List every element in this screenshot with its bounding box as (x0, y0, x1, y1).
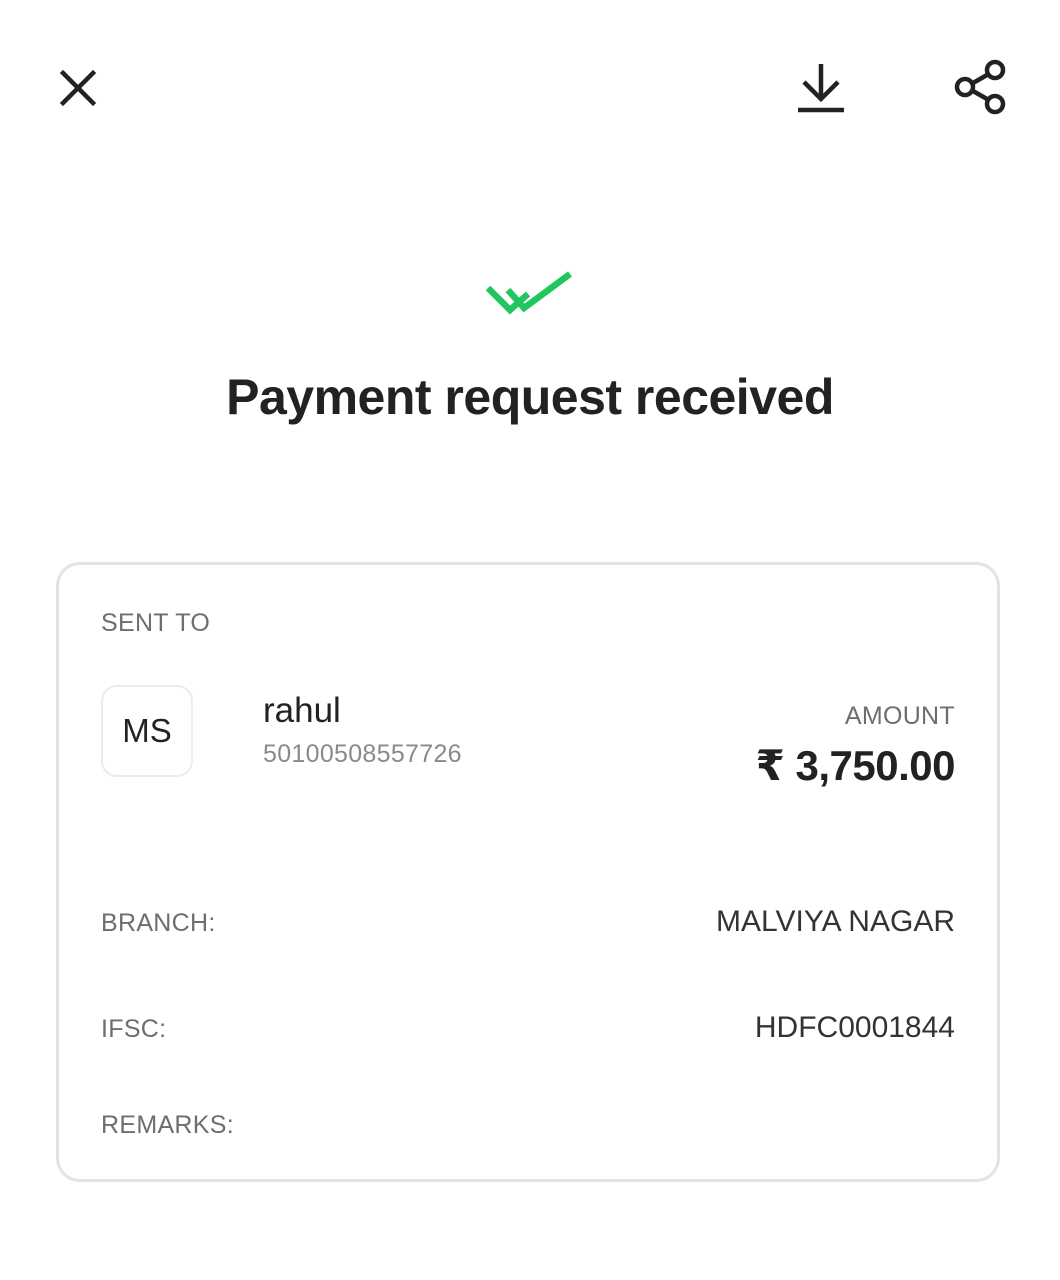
account-number: 50100508557726 (263, 740, 462, 768)
page-title: Payment request received (226, 369, 834, 425)
sent-to-label: SENT TO (101, 609, 211, 637)
close-button[interactable] (50, 60, 106, 116)
remarks-label: REMARKS: (101, 1111, 234, 1139)
download-icon (798, 64, 844, 113)
ifsc-label: IFSC: (101, 1015, 167, 1043)
amount-value: ₹ 3,750.00 (755, 742, 956, 789)
amount-label: AMOUNT (844, 702, 955, 730)
ifsc-value: HDFC0001844 (754, 1011, 955, 1044)
recipient-name: rahul (263, 691, 341, 730)
branch-label: BRANCH: (101, 909, 216, 937)
double-check-icon (485, 271, 572, 315)
share-button[interactable] (950, 56, 1012, 118)
download-button[interactable] (790, 56, 852, 118)
branch-value: MALVIYA NAGAR (716, 905, 955, 938)
share-icon (954, 59, 1006, 115)
close-icon (59, 69, 97, 107)
payment-details-card: SENT TO MS rahul 50100508557726 AMOUNT ₹… (56, 562, 1000, 1182)
avatar: MS (101, 685, 193, 777)
